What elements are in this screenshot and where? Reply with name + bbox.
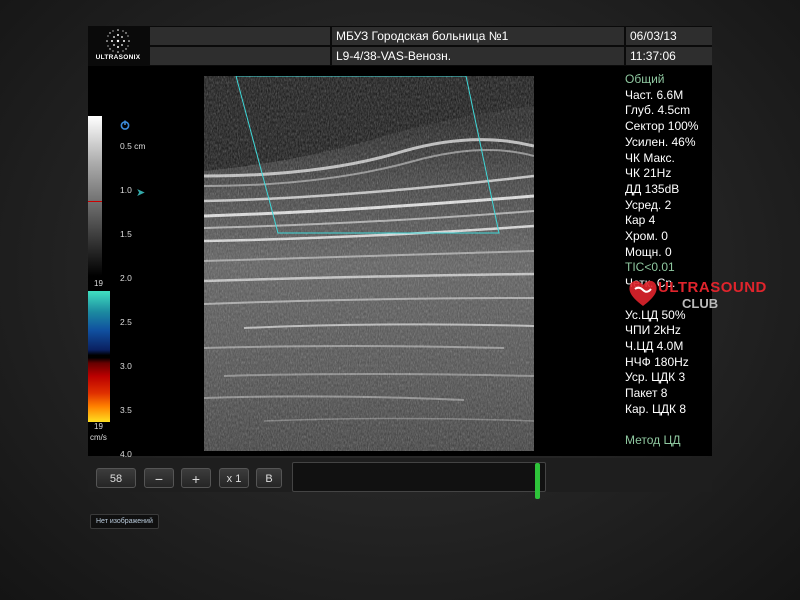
param-line: ДД 135dB [625, 181, 680, 196]
scale-panel: 19 19 cm/s ➤ 0.5 cm 1.0 1.5 2.0 2.5 3.0 … [88, 66, 204, 459]
probe-preset: L9-4/38-VAS-Венозн. [332, 47, 624, 65]
focus-arrow-icon: ➤ [136, 187, 146, 199]
grayscale-bar [88, 116, 102, 276]
color-velocity-bar [88, 291, 110, 422]
header-blank-1 [150, 27, 330, 45]
b-mode-image [204, 76, 534, 451]
cine-slider[interactable] [292, 462, 546, 499]
minus-button[interactable]: − [144, 468, 174, 488]
exam-time: 11:37:06 [626, 47, 712, 65]
param-line: TIC<0.01 [625, 260, 675, 275]
param-line: Ч.ЦД 4.0M [625, 338, 684, 353]
param-line: ЧПИ 2kHz [625, 323, 681, 338]
depth-mark: 1.5 [120, 229, 132, 239]
depth-mark: 2.0 [120, 273, 132, 283]
watermark-line1: ULTRASOUND [658, 279, 767, 296]
grayscale-marker [88, 201, 102, 202]
ultrasonix-logo: ULTRASONIX [88, 26, 148, 66]
param-line: Част. 6.6M [625, 87, 684, 102]
velocity-top-label: 19 [94, 279, 103, 288]
param-line: Глуб. 4.5cm [625, 103, 691, 118]
logo-text: ULTRASONIX [95, 54, 141, 61]
header-bar: ULTRASONIX МБУЗ Городская больница №1 L9… [88, 26, 712, 66]
speed-button[interactable]: x 1 [219, 468, 249, 488]
mode-b-button[interactable]: B [256, 468, 282, 488]
velocity-units: cm/s [90, 433, 107, 442]
param-line: Кар 4 [625, 213, 656, 228]
parameter-panel: Общий Част. 6.6M Глуб. 4.5cm Сектор 100%… [625, 72, 715, 417]
param-line: Уср. ЦДК 3 [625, 370, 686, 385]
heart-logo-icon [629, 280, 657, 306]
institution-name: МБУЗ Городская больница №1 [332, 27, 624, 45]
ultrasound-screen: ULTRASONIX МБУЗ Городская больница №1 L9… [88, 26, 715, 459]
param-line: Пакет 8 [625, 386, 668, 401]
plus-button[interactable]: + [181, 468, 211, 488]
depth-mark: 3.0 [120, 361, 132, 371]
logo-dots-icon [106, 29, 130, 53]
depth-mark: 0.5 cm [120, 141, 146, 151]
param-line: Хром. 0 [625, 229, 668, 244]
param-line: НЧФ 180Hz [625, 354, 689, 369]
exam-date: 06/03/13 [626, 27, 712, 45]
no-images-label: Нет изображений [90, 514, 159, 529]
param-line: Усилен. 46% [625, 134, 696, 149]
param-line: Сектор 100% [625, 119, 699, 134]
cine-toolbar: 58 − + x 1 B [88, 458, 712, 499]
param-line: Общий [625, 72, 665, 86]
param-line: ЧК Макс. [625, 150, 675, 165]
velocity-bottom-label: 19 [94, 422, 103, 431]
depth-mark: 2.5 [120, 317, 132, 327]
power-icon[interactable] [120, 120, 130, 130]
depth-mark: 1.0 [120, 185, 132, 195]
ultrasound-image[interactable] [204, 76, 534, 451]
header-blank-2 [150, 47, 330, 65]
param-line: Усред. 2 [625, 197, 672, 212]
cine-slider-handle[interactable] [535, 463, 540, 499]
param-line: Мощн. 0 [625, 244, 672, 259]
param-line: Кар. ЦДК 8 [625, 401, 687, 416]
frame-number-field[interactable]: 58 [96, 468, 136, 488]
method-label: Метод ЦД [625, 433, 681, 447]
param-line: ЧК 21Hz [625, 166, 672, 181]
ultrasound-club-watermark: ULTRASOUND CLUB [626, 276, 796, 316]
watermark-line2: CLUB [682, 296, 719, 311]
depth-mark: 3.5 [120, 405, 132, 415]
